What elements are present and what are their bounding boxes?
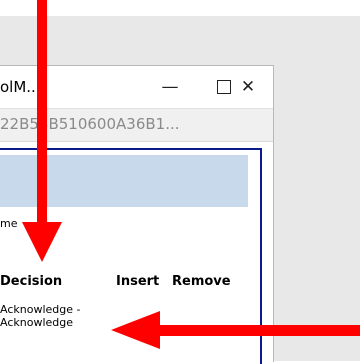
field-label: me — [0, 217, 18, 230]
title-bar[interactable]: olM... — ✕ — [0, 66, 273, 108]
close-button[interactable]: ✕ — [223, 66, 273, 108]
address-text: 22B53B510600A36B1... — [0, 115, 180, 133]
decision-cell[interactable]: Acknowledge - Acknowledge — [0, 303, 80, 329]
address-bar[interactable]: 22B53B510600A36B1... — [0, 108, 273, 142]
column-header-insert: Insert — [116, 274, 160, 289]
selected-row[interactable] — [0, 155, 248, 207]
form-content: me Decision Insert Remove Acknowledge - … — [0, 148, 262, 364]
window-title: olM... — [0, 78, 41, 96]
minimize-icon: — — [161, 77, 179, 97]
decision-cell-line2: Acknowledge — [0, 316, 74, 329]
minimize-button[interactable]: — — [145, 66, 195, 108]
column-header-decision: Decision — [0, 274, 63, 289]
decision-cell-line1: Acknowledge - — [0, 303, 81, 316]
app-window: olM... — ✕ 22B53B510600A36B1... me Decis… — [0, 65, 274, 364]
column-header-remove: Remove — [172, 274, 231, 289]
close-icon: ✕ — [240, 77, 256, 97]
